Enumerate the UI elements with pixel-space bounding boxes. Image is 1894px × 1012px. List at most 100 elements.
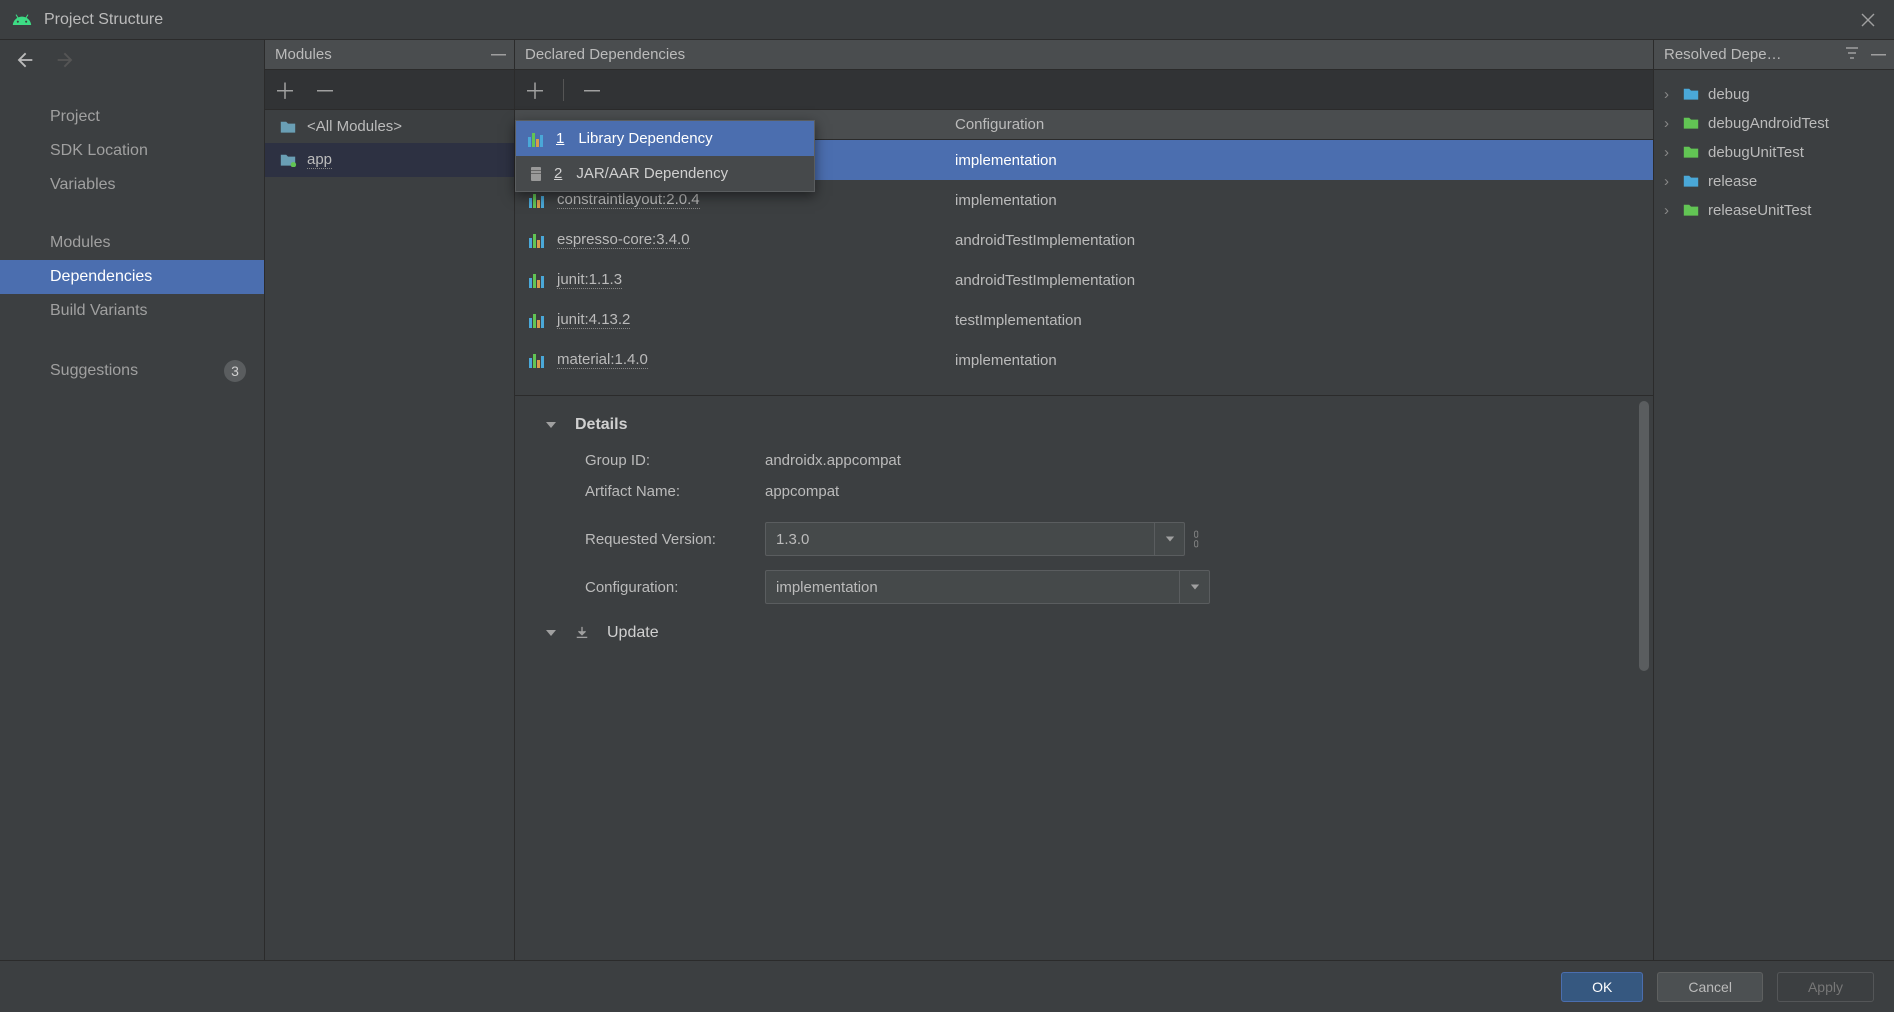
cancel-button[interactable]: Cancel — [1657, 972, 1763, 1002]
add-dependency-popup: 1 Library Dependency 2 JAR/AAR Dependenc… — [515, 120, 815, 192]
module-app[interactable]: app — [265, 143, 514, 177]
dep-conf: implementation — [945, 352, 1653, 369]
nav-variables[interactable]: Variables — [0, 168, 264, 202]
filter-icon[interactable] — [1845, 46, 1859, 63]
artifact-value: appcompat — [765, 483, 839, 500]
remove-dependency-button[interactable]: － — [580, 78, 604, 102]
chevron-right-icon: › — [1664, 173, 1674, 190]
main: Project SDK Location Variables Modules D… — [0, 40, 1894, 960]
titlebar: Project Structure — [0, 0, 1894, 40]
nav-spacer — [0, 328, 264, 352]
window-title: Project Structure — [44, 11, 163, 29]
resolved-title: Resolved Depe… — [1664, 46, 1782, 63]
library-icon — [528, 131, 546, 147]
dep-conf: implementation — [945, 192, 1653, 209]
popup-library-dependency[interactable]: 1 Library Dependency — [516, 121, 814, 156]
add-module-button[interactable]: ＋ — [273, 78, 297, 102]
library-icon — [529, 192, 547, 208]
dep-conf: testImplementation — [945, 312, 1653, 329]
forward-arrow-icon — [54, 49, 76, 71]
nav-modules[interactable]: Modules — [0, 226, 264, 260]
nav-sdk-location[interactable]: SDK Location — [0, 134, 264, 168]
module-all[interactable]: <All Modules> — [265, 110, 514, 143]
module-list: <All Modules> app — [265, 110, 514, 960]
declared-title: Declared Dependencies — [525, 46, 685, 63]
chevron-down-icon — [545, 627, 557, 639]
nav-items: Project SDK Location Variables Modules D… — [0, 80, 264, 390]
tree-label: release — [1708, 173, 1757, 190]
dep-conf: implementation — [945, 152, 1653, 169]
back-arrow-icon[interactable] — [14, 49, 36, 71]
chevron-down-icon — [545, 419, 557, 431]
chevron-right-icon: › — [1664, 144, 1674, 161]
dep-conf: androidTestImplementation — [945, 232, 1653, 249]
version-value: 1.3.0 — [776, 531, 809, 548]
nav-build-variants[interactable]: Build Variants — [0, 294, 264, 328]
library-icon — [529, 352, 547, 368]
minimize-icon[interactable]: — — [1871, 46, 1886, 63]
popup-label: Library Dependency — [578, 130, 712, 147]
modules-toolbar: ＋ － — [265, 70, 514, 110]
library-icon — [529, 272, 547, 288]
tree-label: debugUnitTest — [1708, 144, 1804, 161]
download-icon — [575, 626, 589, 640]
popup-shortcut: 1 — [556, 130, 564, 147]
chevron-right-icon: › — [1664, 86, 1674, 103]
library-icon — [529, 232, 547, 248]
details-header[interactable]: Details — [545, 416, 1623, 434]
chevron-right-icon: › — [1664, 202, 1674, 219]
details-panel: Details Group ID: androidx.appcompat Art… — [515, 395, 1653, 680]
library-icon — [529, 312, 547, 328]
remove-module-button[interactable]: － — [313, 78, 337, 102]
config-combo[interactable]: implementation — [765, 570, 1210, 604]
popup-label: JAR/AAR Dependency — [576, 165, 728, 182]
tree-item-release-unit-test[interactable]: › releaseUnitTest — [1660, 196, 1888, 225]
module-label: <All Modules> — [307, 118, 402, 135]
dep-row-junit-4[interactable]: junit:4.13.2 testImplementation — [515, 300, 1653, 340]
dep-label: junit:1.1.3 — [557, 271, 622, 289]
ok-button[interactable]: OK — [1561, 972, 1643, 1002]
chevron-down-icon — [1154, 523, 1184, 555]
module-label: app — [307, 151, 332, 169]
dep-col-configuration: Configuration — [945, 116, 1653, 133]
declared-header: Declared Dependencies — [515, 40, 1653, 70]
suggestions-badge: 3 — [224, 360, 246, 382]
add-dependency-button[interactable]: ＋ — [523, 78, 547, 102]
nav-project[interactable]: Project — [0, 100, 264, 134]
separator — [563, 79, 564, 101]
version-label: Requested Version: — [585, 531, 765, 548]
close-icon[interactable] — [1854, 6, 1882, 34]
tree-item-debug[interactable]: › debug — [1660, 80, 1888, 109]
update-header[interactable]: Update — [545, 624, 1623, 642]
tree-item-debug-android-test[interactable]: › debugAndroidTest — [1660, 109, 1888, 138]
nav-spacer — [0, 202, 264, 226]
resolved-panel: Resolved Depe… — › debug › debugAndroidT… — [1654, 40, 1894, 960]
nav-suggestions[interactable]: Suggestions 3 — [0, 352, 264, 390]
tree-item-debug-unit-test[interactable]: › debugUnitTest — [1660, 138, 1888, 167]
nav-dependencies[interactable]: Dependencies — [0, 260, 264, 294]
tree-item-release[interactable]: › release — [1660, 167, 1888, 196]
modules-panel: Modules — ＋ － <All Modules> app — [265, 40, 515, 960]
folder-icon — [279, 153, 297, 167]
dep-row-junit-1[interactable]: junit:1.1.3 androidTestImplementation — [515, 260, 1653, 300]
version-combo[interactable]: 1.3.0 — [765, 522, 1185, 556]
apply-button: Apply — [1777, 972, 1874, 1002]
scrollbar-thumb[interactable] — [1639, 401, 1649, 671]
dep-label: constraintlayout:2.0.4 — [557, 191, 700, 209]
minimize-icon[interactable]: — — [491, 46, 506, 63]
config-label: Configuration: — [585, 579, 765, 596]
left-sidebar: Project SDK Location Variables Modules D… — [0, 40, 265, 960]
tree-label: debugAndroidTest — [1708, 115, 1829, 132]
dep-label: material:1.4.0 — [557, 351, 648, 369]
popup-jar-dependency[interactable]: 2 JAR/AAR Dependency — [516, 156, 814, 191]
config-value: implementation — [776, 579, 878, 596]
link-icon[interactable] — [1193, 530, 1201, 548]
chevron-right-icon: › — [1664, 115, 1674, 132]
dep-row-material[interactable]: material:1.4.0 implementation — [515, 340, 1653, 380]
update-title: Update — [607, 624, 659, 642]
modules-title: Modules — [275, 46, 332, 63]
android-icon — [12, 10, 32, 30]
dep-row-espresso[interactable]: espresso-core:3.4.0 androidTestImplement… — [515, 220, 1653, 260]
tree-label: debug — [1708, 86, 1750, 103]
details-title: Details — [575, 416, 627, 434]
